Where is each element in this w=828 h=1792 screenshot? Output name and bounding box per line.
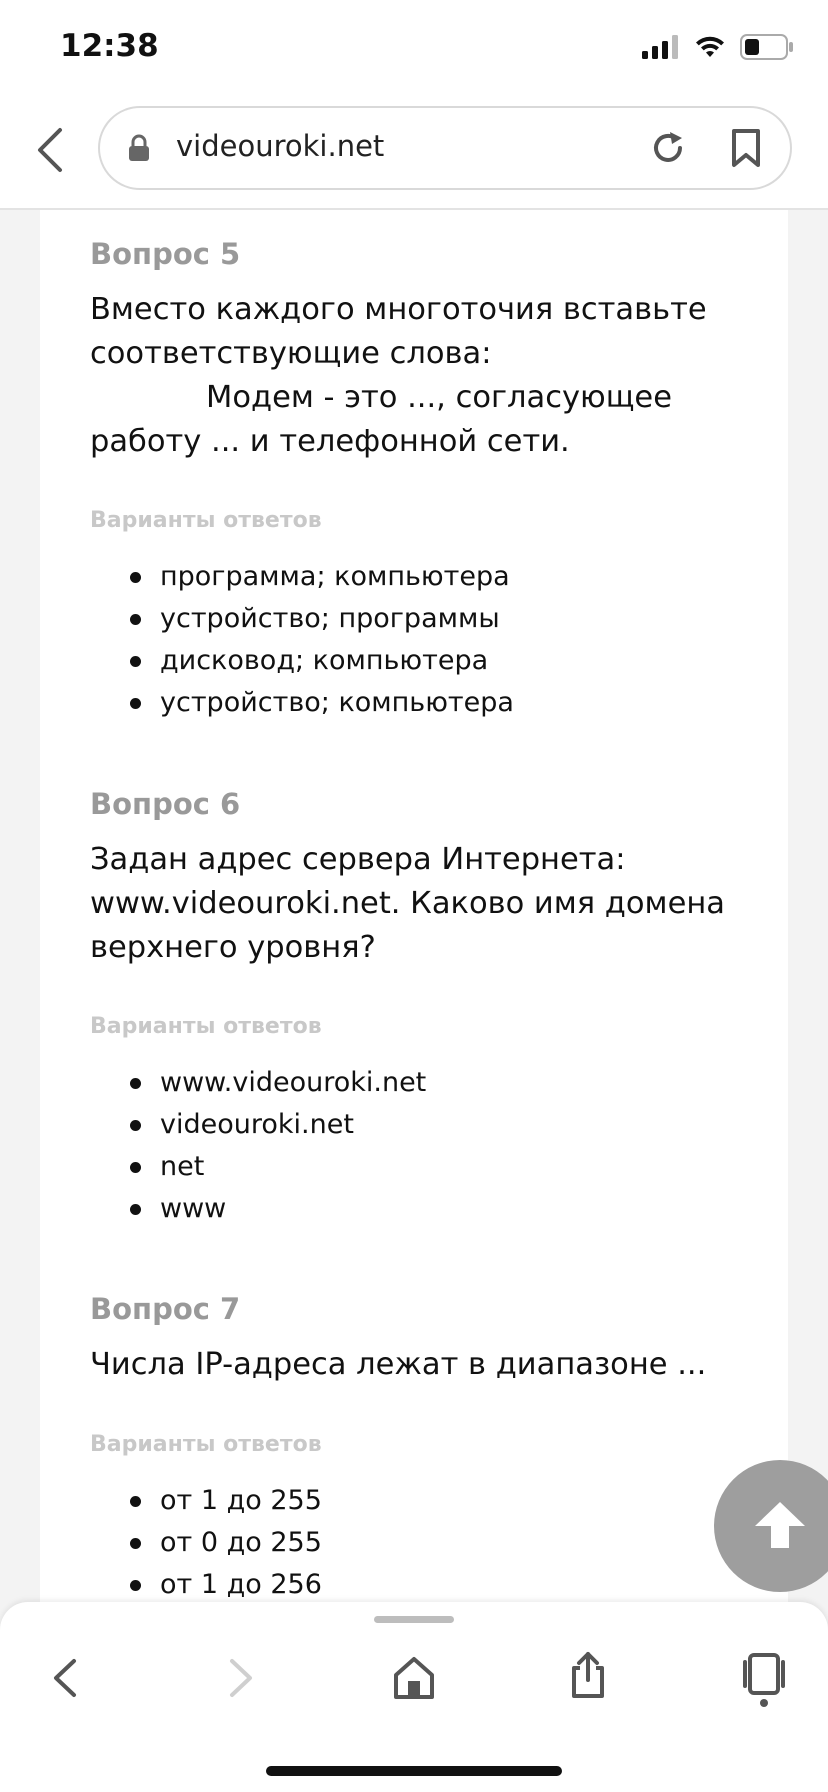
- question-line: работу ... и телефонной сети.: [90, 424, 570, 459]
- question-line: www.videouroki.net. Каково имя домена: [90, 886, 725, 921]
- status-time: 12:38: [60, 28, 159, 64]
- status-icons: [642, 34, 794, 60]
- question-line: Модем - это ..., согласующее: [206, 380, 672, 415]
- answer-item: программа; компьютера: [98, 556, 514, 598]
- arrow-up-icon: [755, 1502, 805, 1548]
- answer-item: от 1 до 256: [98, 1564, 322, 1606]
- answer-item: дисковод; компьютера: [98, 640, 514, 682]
- answer-item: устройство; компьютера: [98, 682, 514, 724]
- signal-icon: [642, 35, 678, 59]
- back-icon[interactable]: [50, 1655, 80, 1701]
- answers-heading: Варианты ответов: [90, 1014, 322, 1039]
- answer-item: от 1 до 255: [98, 1480, 322, 1522]
- answers-heading: Варианты ответов: [90, 508, 322, 533]
- bookmark-icon[interactable]: [730, 128, 762, 168]
- reload-icon[interactable]: [648, 128, 688, 168]
- question-text: Числа IP-адреса лежат в диапазоне ...: [90, 1343, 740, 1387]
- question-line: Вместо каждого многоточия вставьте: [90, 292, 707, 327]
- answer-item: net: [98, 1146, 426, 1188]
- answer-list: www.videouroki.net videouroki.net net ww…: [98, 1062, 426, 1230]
- answers-heading: Варианты ответов: [90, 1432, 322, 1457]
- answer-item: www.videouroki.net: [98, 1062, 426, 1104]
- answer-list: программа; компьютера устройство; програ…: [98, 556, 514, 724]
- question-line: верхнего уровня?: [90, 930, 376, 965]
- question-text: Задан адрес сервера Интернета: www.video…: [90, 838, 740, 970]
- question-line: Задан адрес сервера Интернета:: [90, 842, 626, 877]
- answer-list: от 1 до 255 от 0 до 255 от 1 до 256: [98, 1480, 322, 1606]
- question-line: соответствующие слова:: [90, 336, 492, 371]
- answer-item: www: [98, 1188, 426, 1230]
- wifi-icon: [696, 36, 724, 57]
- question-title: Вопрос 6: [90, 787, 241, 821]
- tabs-icon[interactable]: [742, 1652, 786, 1708]
- answer-item: от 0 до 255: [98, 1522, 322, 1564]
- home-indicator: [266, 1766, 562, 1776]
- answer-item: videouroki.net: [98, 1104, 426, 1146]
- share-icon[interactable]: [568, 1650, 608, 1700]
- url-text[interactable]: videouroki.net: [176, 129, 384, 163]
- question-line: Числа IP-адреса лежат в диапазоне ...: [90, 1347, 707, 1382]
- home-icon[interactable]: [392, 1655, 436, 1701]
- lock-icon: [129, 134, 149, 161]
- battery-icon: [740, 34, 793, 60]
- question-title: Вопрос 7: [90, 1292, 241, 1326]
- back-icon[interactable]: [32, 124, 66, 176]
- forward-icon[interactable]: [226, 1655, 256, 1701]
- question-text: Вместо каждого многоточия вставьте соотв…: [90, 288, 740, 464]
- question-title: Вопрос 5: [90, 237, 241, 271]
- answer-item: устройство; программы: [98, 598, 514, 640]
- sheet-grabber[interactable]: [374, 1616, 454, 1623]
